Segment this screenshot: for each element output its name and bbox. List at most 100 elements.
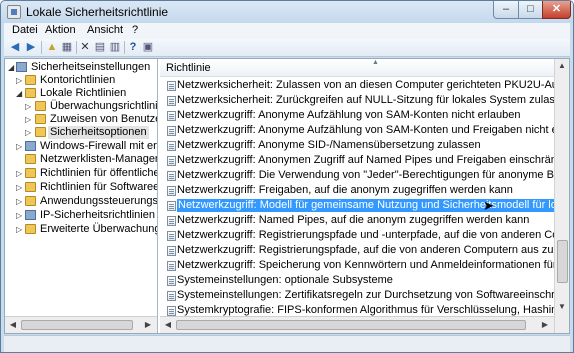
policy-label: Netzwerkzugriff: Registrierungspfade und… bbox=[177, 229, 554, 241]
folder-icon bbox=[35, 127, 46, 137]
policy-row[interactable]: Systemeinstellungen: Zertifikatsregeln z… bbox=[160, 288, 554, 303]
policy-icon bbox=[167, 216, 176, 226]
expand-icon[interactable]: ▷ bbox=[16, 209, 24, 222]
scroll-left-icon[interactable]: ◀ bbox=[7, 319, 19, 331]
policy-icon bbox=[167, 171, 176, 181]
back-arrow-icon[interactable]: ◀ bbox=[8, 41, 22, 54]
policy-icon bbox=[167, 306, 176, 316]
folder-icon bbox=[35, 114, 46, 124]
scrollbar-thumb[interactable] bbox=[557, 240, 568, 283]
scroll-up-icon[interactable]: ▲ bbox=[556, 60, 568, 72]
expand-icon[interactable]: ▷ bbox=[16, 167, 24, 180]
tree-item-label: Lokale Richtlinien bbox=[40, 87, 127, 99]
expand-icon[interactable]: ▷ bbox=[25, 113, 33, 126]
policy-row[interactable]: Netzwerkzugriff: Registrierungspfade und… bbox=[160, 228, 554, 243]
minimize-button[interactable]: – bbox=[493, 1, 519, 19]
menu-aktion[interactable]: Aktion bbox=[42, 24, 79, 36]
policy-icon bbox=[167, 111, 176, 121]
up-folder-icon[interactable]: ▲ bbox=[45, 41, 59, 54]
policy-row[interactable]: Netzwerkzugriff: Anonymen Zugriff auf Na… bbox=[160, 153, 554, 168]
scroll-right-icon[interactable]: ▶ bbox=[539, 319, 551, 331]
policy-label: Netzwerksicherheit: Zurückgreifen auf NU… bbox=[177, 94, 554, 106]
policy-icon bbox=[167, 81, 176, 91]
policy-icon bbox=[167, 126, 176, 136]
policy-row[interactable]: Netzwerkzugriff: Speicherung von Kennwör… bbox=[160, 258, 554, 273]
policy-row[interactable]: Netzwerkzugriff: Die Verwendung von "Jed… bbox=[160, 168, 554, 183]
expand-icon[interactable]: ▷ bbox=[16, 181, 24, 194]
policy-icon bbox=[167, 186, 176, 196]
security-settings-icon bbox=[16, 62, 27, 72]
policy-label: Systemeinstellungen: Zertifikatsregeln z… bbox=[177, 289, 554, 301]
menu-bar: Datei Aktion Ansicht ? bbox=[4, 23, 570, 39]
policy-row-selected[interactable]: Netzwerkzugriff: Modell für gemeinsame N… bbox=[160, 198, 554, 213]
expand-icon[interactable]: ▷ bbox=[16, 74, 24, 87]
scroll-right-icon[interactable]: ▶ bbox=[142, 319, 154, 331]
policy-icon bbox=[167, 246, 176, 256]
policy-label: Netzwerkzugriff: Anonyme SID-/Namensüber… bbox=[177, 139, 481, 151]
expand-icon[interactable]: ▷ bbox=[16, 223, 24, 236]
policy-label: Netzwerkzugriff: Freigaben, auf die anon… bbox=[177, 184, 513, 196]
policy-icon bbox=[167, 291, 176, 301]
policy-icon bbox=[167, 276, 176, 286]
folder-icon bbox=[25, 182, 36, 192]
toolbar: ◀ ▶ ▲ ▦ ✕ ▤ ▥ ? ▣ bbox=[4, 39, 570, 57]
policy-label: Systemeinstellungen: optionale Subsystem… bbox=[177, 274, 393, 286]
expand-icon[interactable]: ▷ bbox=[25, 100, 33, 113]
policy-row[interactable]: Netzwerkzugriff: Anonyme Aufzählung von … bbox=[160, 123, 554, 138]
tree-item-label: Sicherheitsoptionen bbox=[48, 126, 149, 139]
expand-icon[interactable]: ▷ bbox=[25, 126, 33, 139]
menu-ansicht[interactable]: Ansicht bbox=[84, 24, 126, 36]
folder-icon bbox=[25, 168, 36, 178]
list-vertical-scrollbar[interactable]: ▲ ▼ bbox=[554, 59, 569, 333]
folder-icon bbox=[25, 154, 36, 164]
policy-row[interactable]: Netzwerkzugriff: Freigaben, auf die anon… bbox=[160, 183, 554, 198]
scroll-left-icon[interactable]: ◀ bbox=[162, 319, 174, 331]
policy-icon bbox=[167, 156, 176, 166]
column-header-label: Richtlinie bbox=[166, 62, 211, 74]
properties-icon[interactable]: ▤ bbox=[93, 41, 107, 54]
expand-icon[interactable]: ▷ bbox=[16, 140, 24, 153]
tree-item-label: IP-Sicherheitsrichtlinien auf Lokaler Co… bbox=[40, 209, 157, 221]
expand-icon[interactable]: ▷ bbox=[16, 195, 24, 208]
policy-label: Netzwerkzugriff: Speicherung von Kennwör… bbox=[177, 259, 554, 271]
policy-icon bbox=[167, 96, 176, 106]
policy-list: Richtlinie ▲ Netzwerksicherheit: Zulasse… bbox=[160, 59, 569, 333]
console-tree-icon[interactable]: ▦ bbox=[60, 41, 74, 54]
menu-datei[interactable]: Datei bbox=[9, 24, 41, 36]
tree-item-label: Richtlinien für Softwareeinschränkung bbox=[40, 181, 158, 193]
policy-row[interactable]: Netzwerkzugriff: Named Pipes, auf die an… bbox=[160, 213, 554, 228]
policy-icon bbox=[167, 201, 176, 211]
title-bar[interactable]: Lokale Sicherheitsrichtlinie – □ ✕ bbox=[1, 1, 573, 23]
policy-row[interactable]: Netzwerksicherheit: Zurückgreifen auf NU… bbox=[160, 93, 554, 108]
policy-label: Netzwerkzugriff: Anonyme Aufzählung von … bbox=[177, 109, 521, 121]
policy-label: Netzwerkzugriff: Anonyme Aufzählung von … bbox=[177, 124, 554, 136]
toolbar-separator bbox=[124, 41, 125, 54]
policy-row[interactable]: Netzwerksicherheit: Zulassen von an dies… bbox=[160, 78, 554, 93]
toolbar-separator bbox=[76, 41, 77, 54]
delete-icon[interactable]: ✕ bbox=[78, 41, 92, 54]
scrollbar-thumb[interactable] bbox=[21, 320, 133, 330]
toolbar-separator bbox=[41, 41, 42, 54]
export-list-icon[interactable]: ▥ bbox=[108, 41, 122, 54]
scroll-down-icon[interactable]: ▼ bbox=[556, 301, 568, 313]
policy-row[interactable]: Netzwerkzugriff: Anonyme Aufzählung von … bbox=[160, 108, 554, 123]
folder-icon bbox=[25, 224, 36, 234]
close-button[interactable]: ✕ bbox=[542, 1, 571, 19]
column-header-richtlinie[interactable]: Richtlinie ▲ bbox=[160, 59, 554, 77]
maximize-button[interactable]: □ bbox=[518, 1, 543, 19]
collapse-icon[interactable]: ◢ bbox=[8, 61, 16, 74]
policy-row[interactable]: Netzwerkzugriff: Registrierungspfade, au… bbox=[160, 243, 554, 258]
folder-open-icon bbox=[25, 88, 36, 98]
tree-horizontal-scrollbar[interactable]: ◀ ▶ bbox=[5, 316, 157, 333]
folder-icon bbox=[25, 75, 36, 85]
policy-row[interactable]: Netzwerkzugriff: Anonyme SID-/Namensüber… bbox=[160, 138, 554, 153]
help-icon[interactable]: ? bbox=[126, 41, 140, 54]
list-horizontal-scrollbar[interactable]: ◀ ▶ bbox=[160, 316, 554, 333]
menu-help[interactable]: ? bbox=[129, 24, 141, 36]
policy-row[interactable]: Systemeinstellungen: optionale Subsystem… bbox=[160, 273, 554, 288]
scrollbar-thumb[interactable] bbox=[176, 320, 526, 330]
show-hide-action-pane-icon[interactable]: ▣ bbox=[141, 41, 155, 54]
forward-arrow-icon[interactable]: ▶ bbox=[24, 41, 38, 54]
policy-icon bbox=[167, 231, 176, 241]
collapse-icon[interactable]: ◢ bbox=[16, 87, 24, 100]
